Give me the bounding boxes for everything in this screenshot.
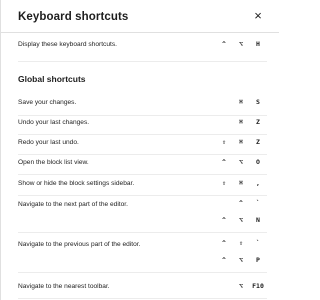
key-combination: ⌥ F10: [231, 278, 265, 295]
shortcut-row: Navigate to the nearest toolbar. ⌥ F10: [18, 281, 267, 299]
key: ⇧: [239, 239, 243, 247]
shortcut-description: Redo your last undo.: [18, 139, 79, 146]
shortcut-keys: ^ ⌥ H: [214, 36, 265, 53]
key: N: [256, 216, 260, 224]
shortcut-keys: ⇧ ⌘ ,: [214, 175, 265, 192]
dialog-title: Keyboard shortcuts: [18, 11, 129, 23]
key: S: [256, 98, 260, 106]
key-combination: ^ ⌥ P: [214, 252, 265, 269]
key-combination: ^ ⌥ H: [214, 36, 265, 53]
key: ,: [256, 179, 260, 187]
shortcut-row: Navigate to the next part of the editor.…: [18, 198, 267, 233]
shortcut-description: Navigate to the next part of the editor.: [18, 201, 128, 208]
shortcut-description: Save your changes.: [18, 99, 77, 106]
shortcut-keys: ^ ⌥ O: [214, 154, 265, 171]
keyboard-shortcuts-dialog: Keyboard shortcuts × Display these keybo…: [0, 0, 279, 300]
key: O: [256, 158, 260, 166]
shortcut-row: Undo your last changes. ⌘ Z: [18, 116, 267, 135]
key: ^: [239, 199, 243, 207]
key: ^: [222, 40, 226, 48]
key: P: [256, 256, 260, 264]
key: `: [256, 199, 260, 207]
close-icon[interactable]: ×: [249, 7, 267, 25]
shortcut-keys: ⌘ Z: [231, 114, 265, 131]
key: ⇧: [222, 179, 226, 187]
key-combination: ⌘ Z: [231, 114, 265, 131]
shortcut-keys: ^ ` ^ ⌥ N: [214, 195, 265, 229]
key: ^: [222, 216, 226, 224]
shortcut-row: Open the block list view. ^ ⌥ O: [18, 156, 267, 175]
shortcut-row: Redo your last undo. ⇧ ⌘ Z: [18, 136, 267, 155]
key: `: [256, 239, 260, 247]
key: ^: [222, 239, 226, 247]
key: ⌥: [239, 216, 243, 224]
shortcut-keys: ⌘ S: [231, 94, 265, 111]
shortcut-keys: ⌥ F10: [231, 278, 265, 295]
section-title: Global shortcuts: [18, 74, 86, 84]
shortcut-description: Open the block list view.: [18, 159, 89, 166]
shortcut-row: Show or hide the block settings sidebar.…: [18, 176, 267, 196]
shortcut-row: Save your changes. ⌘ S: [18, 97, 267, 116]
key: H: [256, 40, 260, 48]
key: ⌘: [239, 118, 243, 126]
key-combination: ^ ⌥ O: [214, 154, 265, 171]
shortcut-description: Navigate to the previous part of the edi…: [18, 241, 141, 248]
key: ⌘: [239, 179, 243, 187]
key: ^: [222, 256, 226, 264]
shortcut-description: Display these keyboard shortcuts.: [18, 41, 117, 48]
key: ^: [222, 158, 226, 166]
key: Z: [256, 118, 260, 126]
key-combination: ⇧ ⌘ Z: [214, 134, 265, 151]
key: ⇧: [222, 138, 226, 146]
shortcut-description: Undo your last changes.: [18, 119, 90, 126]
key-combination: ⌘ S: [231, 94, 265, 111]
shortcut-row: Display these keyboard shortcuts. ^ ⌥ H: [18, 38, 267, 62]
shortcut-keys: ⇧ ⌘ Z: [214, 134, 265, 151]
shortcut-row: Navigate to the previous part of the edi…: [18, 238, 267, 273]
key: ⌘: [239, 138, 243, 146]
shortcut-keys: ^ ⇧ ` ^ ⌥ P: [214, 235, 265, 269]
key: ⌥: [239, 282, 243, 290]
key: F10: [252, 282, 264, 290]
key-combination: ^ `: [231, 195, 265, 212]
key: ⌥: [239, 158, 243, 166]
shortcut-description: Navigate to the nearest toolbar.: [18, 283, 110, 290]
key: ⌘: [239, 98, 243, 106]
key-combination: ⇧ ⌘ ,: [214, 175, 265, 192]
dialog-header: Keyboard shortcuts ×: [1, 0, 279, 33]
shortcut-description: Show or hide the block settings sidebar.: [18, 180, 135, 187]
key: ⌥: [239, 40, 243, 48]
key: Z: [256, 138, 260, 146]
key: ⌥: [239, 256, 243, 264]
key-combination: ^ ⌥ N: [214, 212, 265, 229]
key-combination: ^ ⇧ `: [214, 235, 265, 252]
